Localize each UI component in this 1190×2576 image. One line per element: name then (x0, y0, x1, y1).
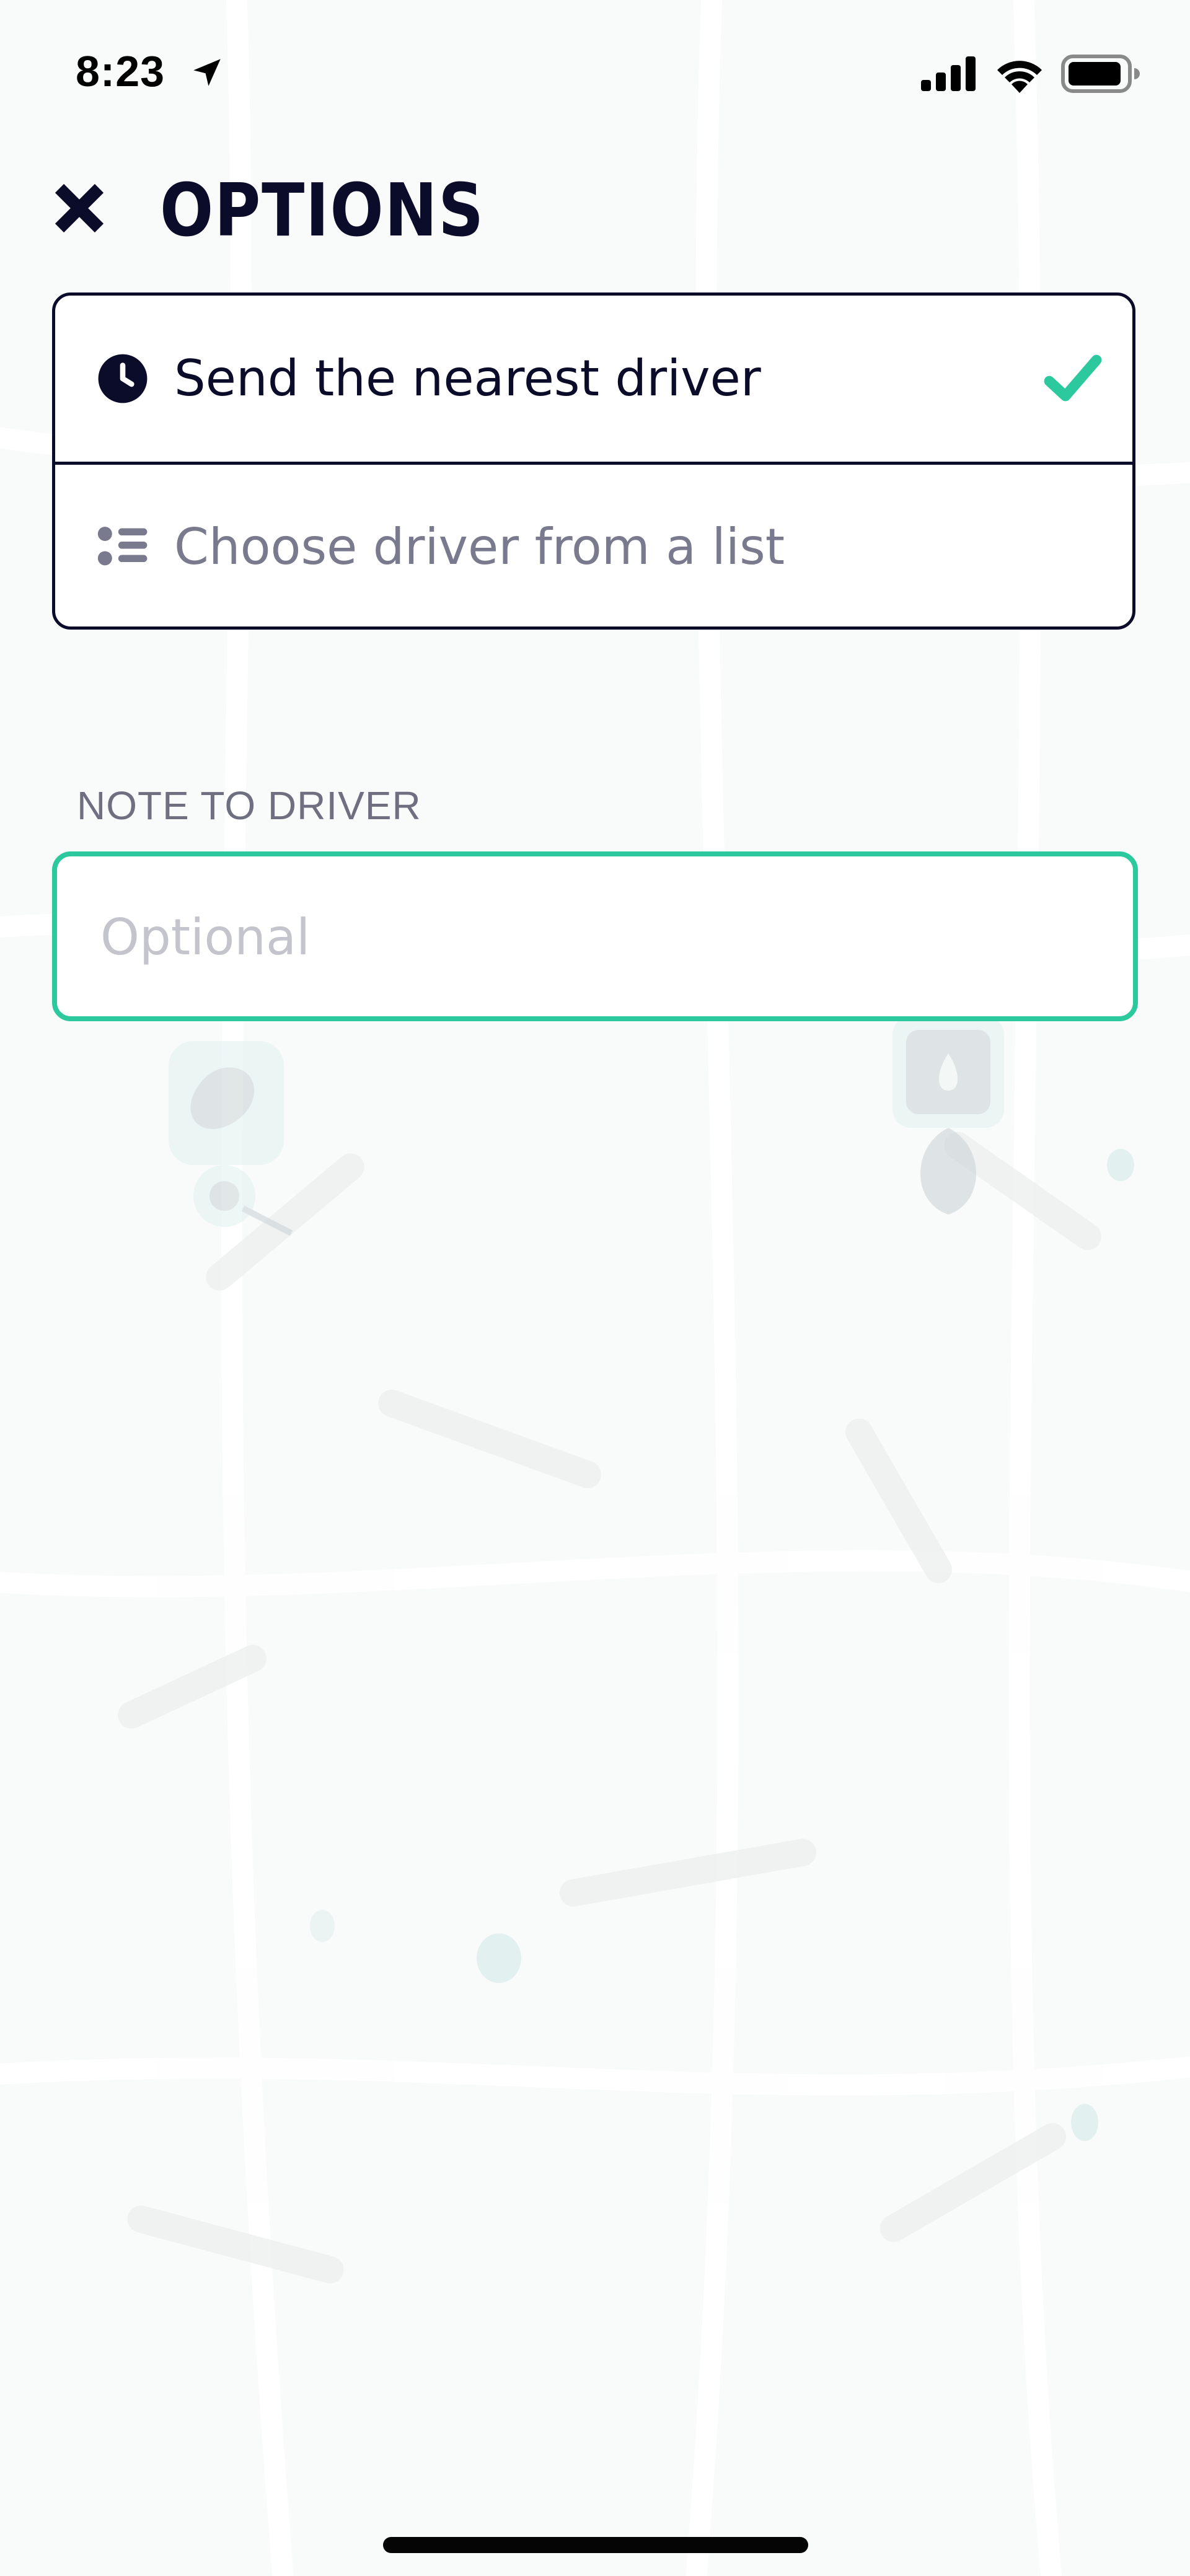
header: OPTIONS (0, 161, 1190, 260)
close-icon[interactable] (50, 178, 109, 238)
home-indicator[interactable] (383, 2537, 808, 2553)
status-icons (921, 52, 1140, 95)
option-label: Choose driver from a list (174, 518, 785, 576)
note-to-driver-label: NOTE TO DRIVER (77, 783, 421, 828)
list-icon (97, 527, 148, 566)
option-choose-from-list[interactable]: Choose driver from a list (55, 465, 1132, 626)
location-arrow-icon (193, 59, 221, 86)
note-to-driver-field (52, 851, 1138, 1021)
clock-icon (98, 354, 148, 403)
option-nearest-driver[interactable]: Send the nearest driver (55, 296, 1132, 465)
driver-options-card: Send the nearest driver Choose driver fr… (52, 292, 1135, 630)
status-time: 8:23 (76, 47, 165, 95)
battery-icon (1061, 55, 1140, 93)
page-title: OPTIONS (160, 167, 485, 253)
status-bar: 8:23 (0, 0, 1190, 149)
wifi-icon (997, 61, 1042, 93)
option-label: Send the nearest driver (174, 349, 761, 407)
note-to-driver-input[interactable] (100, 900, 1080, 974)
cellular-signal-icon (921, 56, 976, 91)
checkmark-icon (1044, 354, 1102, 402)
